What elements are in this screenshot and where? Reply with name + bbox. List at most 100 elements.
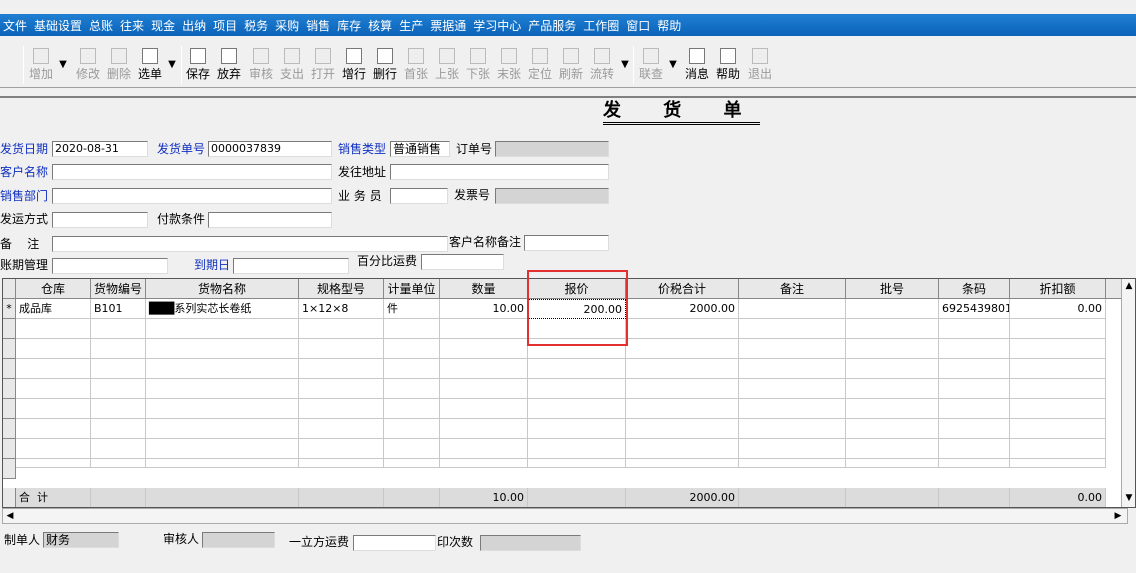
- empty-cell[interactable]: [384, 339, 440, 359]
- scroll-down-icon[interactable]: ▼: [1122, 491, 1136, 505]
- empty-cell[interactable]: [16, 379, 91, 399]
- customer-remark-field[interactable]: [524, 235, 609, 251]
- scroll-left-icon[interactable]: ◀: [3, 509, 17, 523]
- add-row-button[interactable]: 增行: [339, 46, 369, 84]
- customer-field[interactable]: [52, 164, 332, 180]
- empty-cell[interactable]: [528, 459, 626, 468]
- cubic-freight-field[interactable]: [353, 535, 436, 551]
- help-button[interactable]: 帮助: [713, 46, 743, 84]
- menu-costing[interactable]: 核算: [365, 17, 396, 34]
- col-goods-code[interactable]: 货物编号: [91, 279, 146, 299]
- cell-barcode[interactable]: 69254398018: [939, 299, 1010, 319]
- empty-cell[interactable]: [16, 319, 91, 339]
- menu-purchase[interactable]: 采购: [272, 17, 303, 34]
- edit-button[interactable]: 修改: [74, 46, 102, 84]
- row-indicator[interactable]: [3, 359, 16, 379]
- empty-cell[interactable]: [16, 459, 91, 468]
- col-discount[interactable]: 折扣额: [1010, 279, 1106, 299]
- empty-cell[interactable]: [846, 439, 939, 459]
- row-indicator[interactable]: *: [3, 299, 16, 319]
- menu-tax[interactable]: 税务: [241, 17, 272, 34]
- cell-goods-name[interactable]: ███系列实芯长卷纸: [146, 299, 299, 319]
- empty-cell[interactable]: [16, 359, 91, 379]
- row-indicator[interactable]: [3, 439, 16, 459]
- pay-button[interactable]: 支出: [277, 46, 307, 84]
- salesman-field[interactable]: [390, 188, 448, 204]
- col-total[interactable]: 价税合计: [626, 279, 739, 299]
- menu-basic-settings[interactable]: 基础设置: [31, 17, 86, 34]
- empty-cell[interactable]: [528, 399, 626, 419]
- empty-cell[interactable]: [91, 359, 146, 379]
- cell-total[interactable]: 2000.00: [626, 299, 739, 319]
- empty-cell[interactable]: [91, 459, 146, 468]
- invoice-no-field[interactable]: [495, 188, 609, 204]
- col-quantity[interactable]: 数量: [440, 279, 528, 299]
- empty-cell[interactable]: [440, 379, 528, 399]
- empty-cell[interactable]: [384, 439, 440, 459]
- menu-learning[interactable]: 学习中心: [470, 17, 525, 34]
- audit-button[interactable]: 审核: [246, 46, 276, 84]
- empty-cell[interactable]: [440, 319, 528, 339]
- select-button[interactable]: 选单: [136, 46, 164, 84]
- empty-cell[interactable]: [939, 439, 1010, 459]
- empty-cell[interactable]: [739, 399, 846, 419]
- empty-cell[interactable]: [939, 459, 1010, 468]
- empty-cell[interactable]: [440, 399, 528, 419]
- col-warehouse[interactable]: 仓库: [16, 279, 91, 299]
- menu-file[interactable]: 文件: [0, 17, 31, 34]
- empty-cell[interactable]: [739, 319, 846, 339]
- empty-cell[interactable]: [528, 419, 626, 439]
- linked-dropdown-arrow[interactable]: ▼: [667, 46, 679, 84]
- empty-cell[interactable]: [384, 319, 440, 339]
- discard-button[interactable]: 放弃: [214, 46, 244, 84]
- menu-help[interactable]: 帮助: [654, 17, 685, 34]
- horizontal-scrollbar[interactable]: ◀ ▶: [2, 508, 1128, 524]
- empty-cell[interactable]: [846, 419, 939, 439]
- empty-cell[interactable]: [16, 419, 91, 439]
- empty-cell[interactable]: [626, 359, 739, 379]
- row-indicator[interactable]: [3, 319, 16, 339]
- empty-cell[interactable]: [626, 379, 739, 399]
- empty-cell[interactable]: [846, 459, 939, 468]
- col-batch[interactable]: 批号: [846, 279, 939, 299]
- empty-cell[interactable]: [846, 359, 939, 379]
- menu-cashier[interactable]: 出纳: [179, 17, 210, 34]
- menu-bills[interactable]: 票据通: [427, 17, 470, 34]
- add-dropdown-arrow[interactable]: ▼: [57, 46, 69, 84]
- empty-cell[interactable]: [1010, 359, 1106, 379]
- empty-cell[interactable]: [384, 399, 440, 419]
- empty-cell[interactable]: [846, 379, 939, 399]
- empty-cell[interactable]: [739, 439, 846, 459]
- select-dropdown-arrow[interactable]: ▼: [166, 46, 178, 84]
- empty-cell[interactable]: [91, 439, 146, 459]
- col-unit[interactable]: 计量单位: [384, 279, 440, 299]
- menu-production[interactable]: 生产: [396, 17, 427, 34]
- empty-cell[interactable]: [299, 459, 384, 468]
- add-button[interactable]: 增加: [26, 46, 56, 84]
- empty-cell[interactable]: [91, 319, 146, 339]
- empty-cell[interactable]: [299, 379, 384, 399]
- delete-row-button[interactable]: 删行: [370, 46, 400, 84]
- menu-work-circle[interactable]: 工作圈: [580, 17, 623, 34]
- empty-cell[interactable]: [846, 319, 939, 339]
- empty-cell[interactable]: [1010, 339, 1106, 359]
- menu-general-ledger[interactable]: 总账: [86, 17, 117, 34]
- first-button[interactable]: 首张: [401, 46, 431, 84]
- row-indicator[interactable]: [3, 459, 16, 479]
- cell-warehouse[interactable]: 成品库: [16, 299, 91, 319]
- empty-cell[interactable]: [1010, 419, 1106, 439]
- empty-cell[interactable]: [1010, 379, 1106, 399]
- empty-cell[interactable]: [626, 419, 739, 439]
- empty-cell[interactable]: [1010, 319, 1106, 339]
- save-button[interactable]: 保存: [184, 46, 212, 84]
- empty-cell[interactable]: [384, 359, 440, 379]
- maker-field[interactable]: 财务: [43, 532, 119, 548]
- empty-cell[interactable]: [440, 439, 528, 459]
- order-no-field[interactable]: [495, 141, 609, 157]
- cell-spec[interactable]: 1×12×8: [299, 299, 384, 319]
- ship-method-field[interactable]: [52, 212, 148, 228]
- menu-project[interactable]: 项目: [210, 17, 241, 34]
- linked-query-button[interactable]: 联查: [636, 46, 666, 84]
- row-indicator[interactable]: [3, 399, 16, 419]
- empty-cell[interactable]: [299, 419, 384, 439]
